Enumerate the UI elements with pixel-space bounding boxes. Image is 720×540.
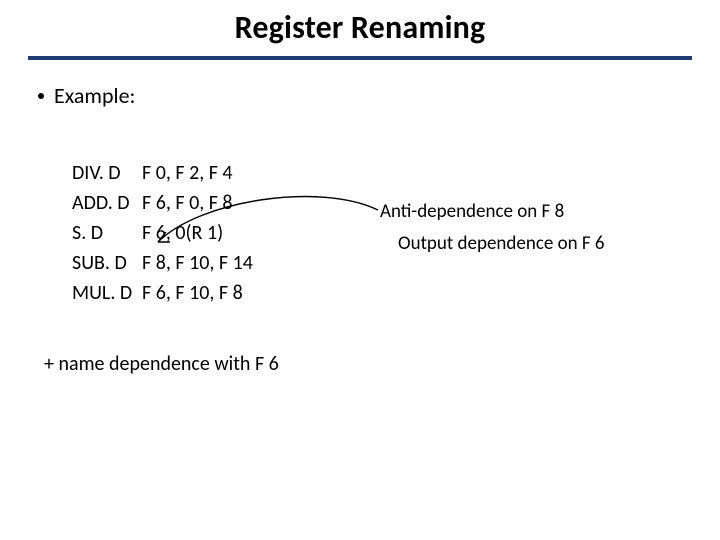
bullet-dot-icon xyxy=(38,93,44,99)
operands: F 0, F 2, F 4 xyxy=(142,161,233,185)
note-output-dependence: Output dependence on F 6 xyxy=(380,228,605,260)
operands: F 8, F 10, F 14 xyxy=(142,251,253,275)
code-block: DIV. DF 0, F 2, F 4 ADD. DF 6, F 0, F 8 … xyxy=(72,158,253,308)
title-rule xyxy=(28,56,692,60)
mnemonic: S. D xyxy=(72,218,142,248)
note-anti-dependence: Anti-dependence on F 8 xyxy=(380,196,605,228)
mnemonic: MUL. D xyxy=(72,278,142,308)
code-row-4: MUL. DF 6, F 10, F 8 xyxy=(72,278,253,308)
operands: F 6, F 0, F 8 xyxy=(142,191,233,215)
code-row-3: SUB. DF 8, F 10, F 14 xyxy=(72,248,253,278)
bullet-text: Example: xyxy=(54,82,135,109)
mnemonic: ADD. D xyxy=(72,188,142,218)
operands: F 6, 0(R 1) xyxy=(142,221,223,245)
mnemonic: DIV. D xyxy=(72,158,142,188)
code-row-1: ADD. DF 6, F 0, F 8 xyxy=(72,188,253,218)
slide: Register Renaming Example: DIV. DF 0, F … xyxy=(0,0,720,540)
plus-name-dependence: + name dependence with F 6 xyxy=(44,352,279,376)
code-row-2: S. DF 6, 0(R 1) xyxy=(72,218,253,248)
slide-title: Register Renaming xyxy=(0,8,720,47)
mnemonic: SUB. D xyxy=(72,248,142,278)
operands: F 6, F 10, F 8 xyxy=(142,281,243,305)
bullet-example: Example: xyxy=(38,82,135,109)
notes-block: Anti-dependence on F 8 Output dependence… xyxy=(380,196,605,260)
code-row-0: DIV. DF 0, F 2, F 4 xyxy=(72,158,253,188)
